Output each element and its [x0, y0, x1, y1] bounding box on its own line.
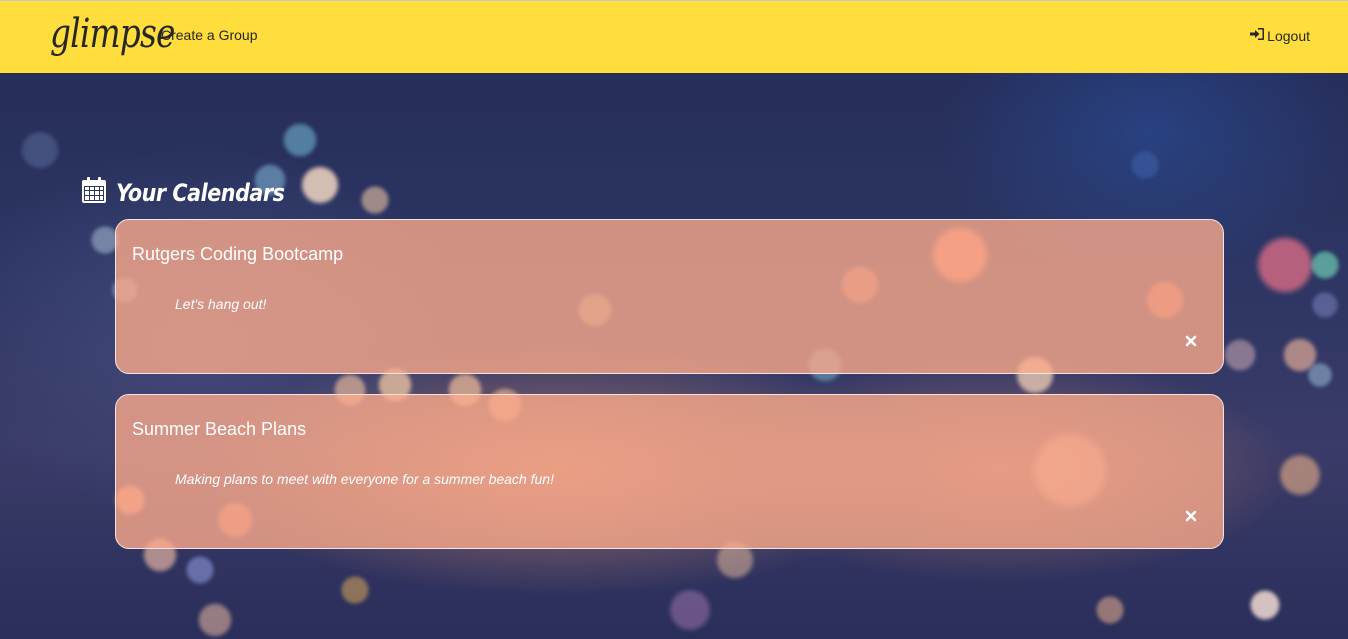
- bokeh-light: [282, 122, 318, 158]
- calendar-description: Let's hang out!: [175, 296, 267, 312]
- bokeh-light: [20, 130, 60, 170]
- bokeh-light: [1278, 453, 1322, 497]
- close-icon[interactable]: [1185, 334, 1197, 347]
- bokeh-light: [1311, 291, 1339, 319]
- bokeh-light: [1130, 150, 1160, 180]
- logout-label: Logout: [1267, 27, 1310, 44]
- close-icon[interactable]: [1185, 509, 1197, 522]
- bokeh-light: [340, 575, 370, 605]
- create-group-link[interactable]: Create a Group: [161, 27, 258, 43]
- bokeh-light: [1255, 235, 1315, 295]
- section-heading: Your Calendars: [81, 176, 312, 209]
- logout-button[interactable]: Logout: [1249, 27, 1310, 44]
- bokeh-light: [197, 602, 233, 638]
- page-title: Your Calendars: [116, 178, 285, 207]
- calendar-card[interactable]: Summer Beach Plans Making plans to meet …: [115, 394, 1224, 549]
- calendar-title[interactable]: Rutgers Coding Bootcamp: [132, 244, 343, 265]
- bokeh-light: [185, 555, 215, 585]
- calendar-title[interactable]: Summer Beach Plans: [132, 419, 306, 440]
- bokeh-light: [1249, 589, 1281, 621]
- logo[interactable]: glimpse: [50, 11, 175, 57]
- calendar-description: Making plans to meet with everyone for a…: [175, 471, 554, 487]
- calendar-icon: [81, 176, 107, 209]
- bokeh-light: [1223, 338, 1257, 372]
- bokeh-light: [360, 185, 390, 215]
- bokeh-light: [1307, 362, 1333, 388]
- bokeh-light: [668, 588, 712, 632]
- navbar: glimpse Create a Group Logout: [0, 0, 1348, 73]
- calendar-card[interactable]: Rutgers Coding Bootcamp Let's hang out!: [115, 219, 1224, 374]
- login-icon: [1249, 27, 1265, 44]
- bokeh-light: [1095, 595, 1125, 625]
- bokeh-light: [1310, 250, 1340, 280]
